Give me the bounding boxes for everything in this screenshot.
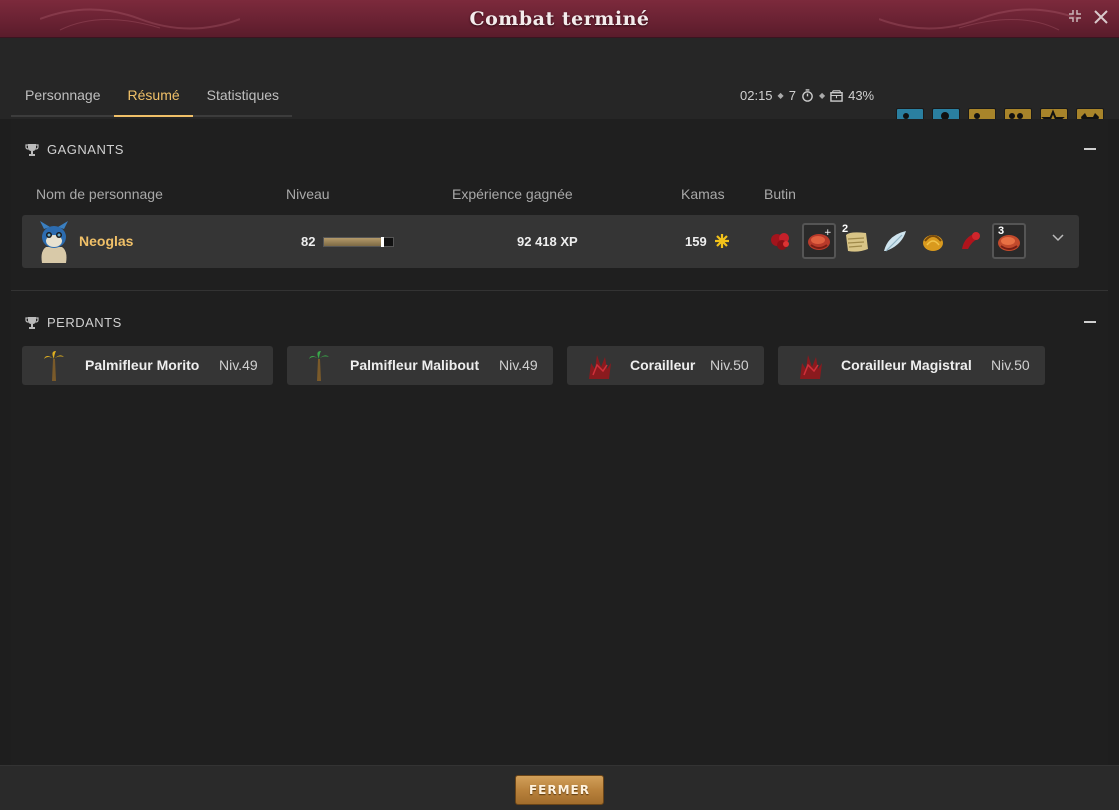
shell-icon[interactable] [916,223,950,259]
meat-icon[interactable]: + [802,223,836,259]
loot-quantity: 3 [998,225,1005,237]
player-level: 82 [301,234,316,249]
fight-bonus: 43% [848,88,875,103]
tab-personnage[interactable]: Personnage [11,77,114,115]
loser-card[interactable]: Palmifleur Morito Niv.49 [22,346,273,385]
loser-card[interactable]: Corailleur Niv.50 [567,346,764,385]
loser-level: Niv.50 [991,357,1030,373]
close-button[interactable]: FERMER [515,775,604,805]
shrink-icon[interactable] [1065,9,1085,29]
red-claw-icon[interactable] [954,223,988,259]
palm-tree-icon [309,351,329,381]
loser-name: Palmifleur Morito [85,357,200,373]
coral-monster-icon [589,355,611,379]
loser-level: Niv.50 [710,357,749,373]
winners-title: GAGNANTS [47,142,124,157]
winners-header: GAGNANTS [25,142,124,157]
tab-bar: Personnage Résumé Statistiques [11,77,293,117]
level-progress-fill [324,238,383,246]
collapse-losers-button[interactable] [1084,321,1096,323]
window-title: Combat terminé [469,8,650,30]
loser-card[interactable]: Corailleur Magistral Niv.50 [778,346,1045,385]
col-name: Nom de personnage [36,186,163,202]
loser-level: Niv.49 [219,357,258,373]
trophy-icon [25,144,39,156]
feather-icon[interactable] [878,223,912,259]
collapse-winners-button[interactable] [1084,148,1096,150]
main-panel: GAGNANTS Nom de personnage Niveau Expéri… [11,119,1108,765]
col-level: Niveau [286,186,330,202]
tab-resume[interactable]: Résumé [113,77,193,117]
title-bar: Combat terminé [0,0,1119,38]
loser-card[interactable]: Palmifleur Malibout Niv.49 [287,346,553,385]
loot-list: + 2 3 [764,223,1026,259]
chevron-down-icon[interactable] [1051,231,1065,247]
loser-level: Niv.49 [499,357,538,373]
red-bundle-icon[interactable] [764,223,798,259]
xp-gained: 92 418 XP [517,234,578,249]
losers-header: PERDANTS [25,315,122,330]
avatar [40,221,68,263]
loser-name: Palmifleur Malibout [350,357,480,373]
header: Personnage Résumé Statistiques 02:15 ◆ 7… [0,38,1119,136]
winner-row[interactable]: Neoglas 82 92 418 XP 159 + 2 3 [22,215,1079,268]
footer: FERMER [0,765,1119,810]
chest-icon [830,90,843,102]
fight-info: 02:15 ◆ 7 ◆ 43% [740,88,874,103]
kamas-icon [715,234,729,248]
col-xp: Expérience gagnée [452,186,573,202]
svg-text:+: + [824,228,832,238]
loot-quantity: 2 [842,223,849,235]
meat-icon[interactable]: 3 [992,223,1026,259]
loser-name: Corailleur [630,357,696,373]
losers-title: PERDANTS [47,315,122,330]
separator-dot: ◆ [777,91,784,100]
close-icon[interactable] [1091,9,1111,29]
loser-name: Corailleur Magistral [841,357,972,373]
tab-statistiques[interactable]: Statistiques [193,77,292,115]
level-progress-bar [323,237,394,247]
separator-dot: ◆ [818,91,826,100]
fight-turns: 7 [788,88,796,103]
col-loot: Butin [764,186,796,202]
parchment-icon[interactable]: 2 [840,223,874,259]
palm-tree-icon [44,351,64,381]
coral-monster-icon [800,355,822,379]
trophy-icon [25,317,39,329]
kamas-gained: 159 [685,234,707,249]
stopwatch-icon [802,89,813,102]
fight-duration: 02:15 [740,88,773,103]
col-kamas: Kamas [681,186,725,202]
player-name: Neoglas [79,233,134,249]
section-divider [11,290,1108,291]
level-progress-marker [380,237,384,247]
